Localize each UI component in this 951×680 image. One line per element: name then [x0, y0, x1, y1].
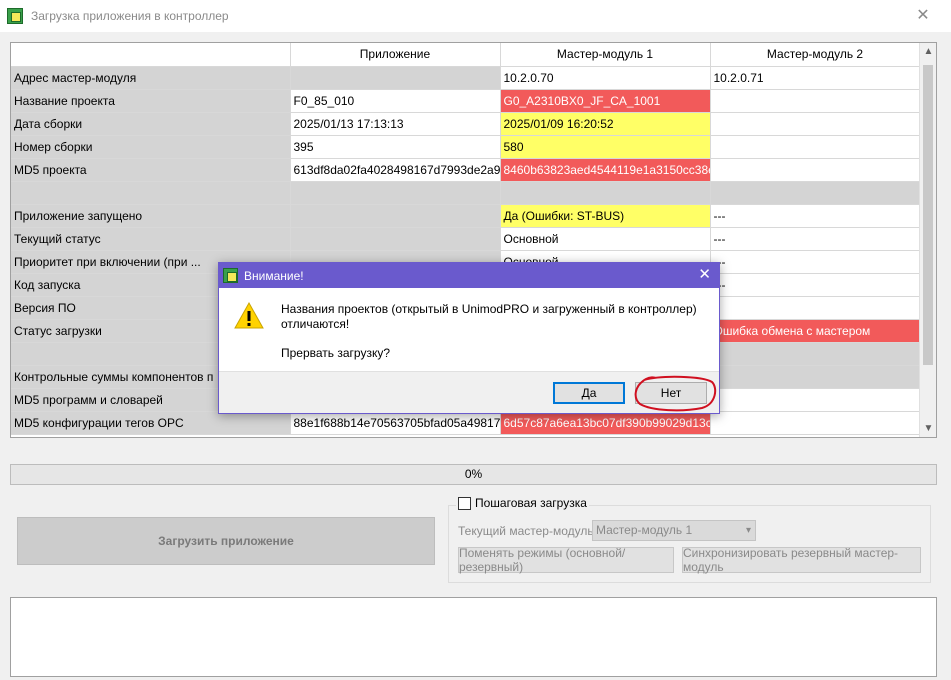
cell-master2 [710, 296, 921, 320]
cell-master2 [710, 365, 921, 389]
table-scrollbar[interactable]: ▲ ▼ [919, 43, 936, 437]
row-label: MD5 проекта [11, 158, 291, 182]
step-upload-checkbox[interactable] [458, 496, 471, 510]
table-row[interactable]: Название проекта F0_85_010 G0_A2310BX0_JF_… [11, 89, 921, 113]
cell-master2 [710, 411, 921, 435]
window-title-bar: Загрузка приложения в контроллер ✕ [0, 0, 951, 32]
table-header-row: Приложение Мастер-модуль 1 Мастер-модуль… [11, 43, 921, 67]
table-row[interactable]: MD5 конфигурации тегов OPC 88e1f688b14e70… [11, 411, 921, 435]
cell-application [290, 204, 501, 228]
column-header-master1: Мастер-модуль 1 [500, 43, 711, 67]
table-row[interactable]: Приложение запущено Да (Ошибки: ST-BUS) --… [11, 204, 921, 228]
row-label: Текущий статус [11, 227, 291, 251]
app-icon [223, 268, 238, 283]
cell-application [290, 227, 501, 251]
cell-application: 613df8da02fa4028498167d7993de2a9 [290, 158, 501, 182]
cell-master2: 10.2.0.71 [710, 66, 921, 90]
separator-cell [710, 342, 921, 366]
sync-backup-button[interactable]: Синхронизировать резервный мастер-модуль [682, 546, 921, 574]
app-icon [7, 8, 23, 24]
cell-master1: 10.2.0.70 [500, 66, 711, 90]
dialog-title: Внимание! [244, 268, 304, 283]
cell-master2 [710, 89, 921, 113]
scroll-up-icon[interactable]: ▲ [920, 43, 936, 60]
cell-master1: Основной [500, 227, 711, 251]
cell-master1: G0_A2310BX0_JF_CA_1001 [500, 89, 711, 113]
table-separator-row [11, 181, 921, 205]
table-row[interactable]: Дата сборки 2025/01/13 17:13:13 2025/01/09… [11, 112, 921, 136]
column-header [11, 43, 291, 67]
table-row[interactable]: MD5 проекта 613df8da02fa4028498167d7993de… [11, 158, 921, 182]
upload-application-button[interactable]: Загрузить приложение [17, 517, 435, 565]
cell-master2: --- [710, 204, 921, 228]
dialog-message: Названия проектов (открытый в UnimodPRO … [281, 302, 697, 331]
window-title: Загрузка приложения в контроллер [31, 9, 229, 23]
row-label: Адрес мастер-модуля [11, 66, 291, 90]
upload-progress-bar: 0% [10, 464, 937, 485]
current-master-value: Мастер-модуль 1 [596, 523, 693, 537]
separator-cell [290, 181, 501, 205]
swap-modes-button[interactable]: Поменять режимы (основной/резервный) [458, 546, 674, 574]
scroll-down-icon[interactable]: ▼ [920, 420, 936, 437]
separator-cell [500, 181, 711, 205]
cell-master2: --- [710, 250, 921, 274]
current-master-select[interactable]: Мастер-модуль 1 ▾ [592, 520, 756, 541]
step-upload-toggle[interactable]: Пошаговая загрузка [456, 496, 589, 510]
cell-master2: --- [710, 273, 921, 297]
cell-master2: Ошибка обмена с мастером [710, 319, 921, 343]
cell-master1: 6d57c87a6ea13bc07df390b99029d13c [500, 411, 711, 435]
warning-icon [234, 301, 264, 329]
row-label: Приложение запущено [11, 204, 291, 228]
cell-application [290, 66, 501, 90]
cell-master2: --- [710, 227, 921, 251]
row-label: Дата сборки [11, 112, 291, 136]
progress-label: 0% [464, 467, 483, 481]
cell-master2 [710, 158, 921, 182]
cell-master2 [710, 135, 921, 159]
row-label: Номер сборки [11, 135, 291, 159]
window-close-icon[interactable]: ✕ [913, 6, 933, 26]
table-row[interactable]: Номер сборки 395 580 [11, 135, 921, 159]
row-label: MD5 конфигурации тегов OPC [11, 411, 291, 435]
cell-application: 2025/01/13 17:13:13 [290, 112, 501, 136]
warning-dialog: Внимание! ✕ Названия проектов (открытый … [218, 262, 720, 414]
table-row[interactable]: Текущий статус Основной --- [11, 227, 921, 251]
dialog-close-icon[interactable]: ✕ [698, 265, 711, 285]
no-button[interactable]: Нет [635, 382, 707, 404]
yes-button[interactable]: Да [553, 382, 625, 404]
cell-master2 [710, 112, 921, 136]
cell-master1: 580 [500, 135, 711, 159]
separator-cell [710, 181, 921, 205]
dialog-footer: Да Нет [219, 371, 719, 413]
cell-master1: Да (Ошибки: ST-BUS) [500, 204, 711, 228]
table-row[interactable]: Адрес мастер-модуля 10.2.0.70 10.2.0.71 [11, 66, 921, 90]
column-header-master2: Мастер-модуль 2 [710, 43, 921, 67]
cell-master1: 2025/01/09 16:20:52 [500, 112, 711, 136]
dialog-title-bar: Внимание! ✕ [219, 263, 719, 288]
cell-application: 88e1f688b14e70563705bfad05a49817 [290, 411, 501, 435]
log-output[interactable] [10, 597, 937, 677]
column-header-app: Приложение [290, 43, 501, 67]
cell-master2 [710, 388, 921, 412]
scroll-thumb[interactable] [923, 65, 933, 365]
step-upload-label: Пошаговая загрузка [475, 496, 587, 510]
row-label: Название проекта [11, 89, 291, 113]
dialog-message-area: Названия проектов (открытый в UnimodPRO … [281, 302, 711, 361]
separator-cell [11, 181, 291, 205]
cell-application: F0_85_010 [290, 89, 501, 113]
cell-application: 395 [290, 135, 501, 159]
current-master-label: Текущий мастер-модуль: [458, 524, 597, 538]
dialog-question: Прервать загрузку? [281, 346, 391, 360]
cell-master1: 8460b63823aed4544119e1a3150cc38e [500, 158, 711, 182]
chevron-down-icon: ▾ [745, 525, 751, 536]
